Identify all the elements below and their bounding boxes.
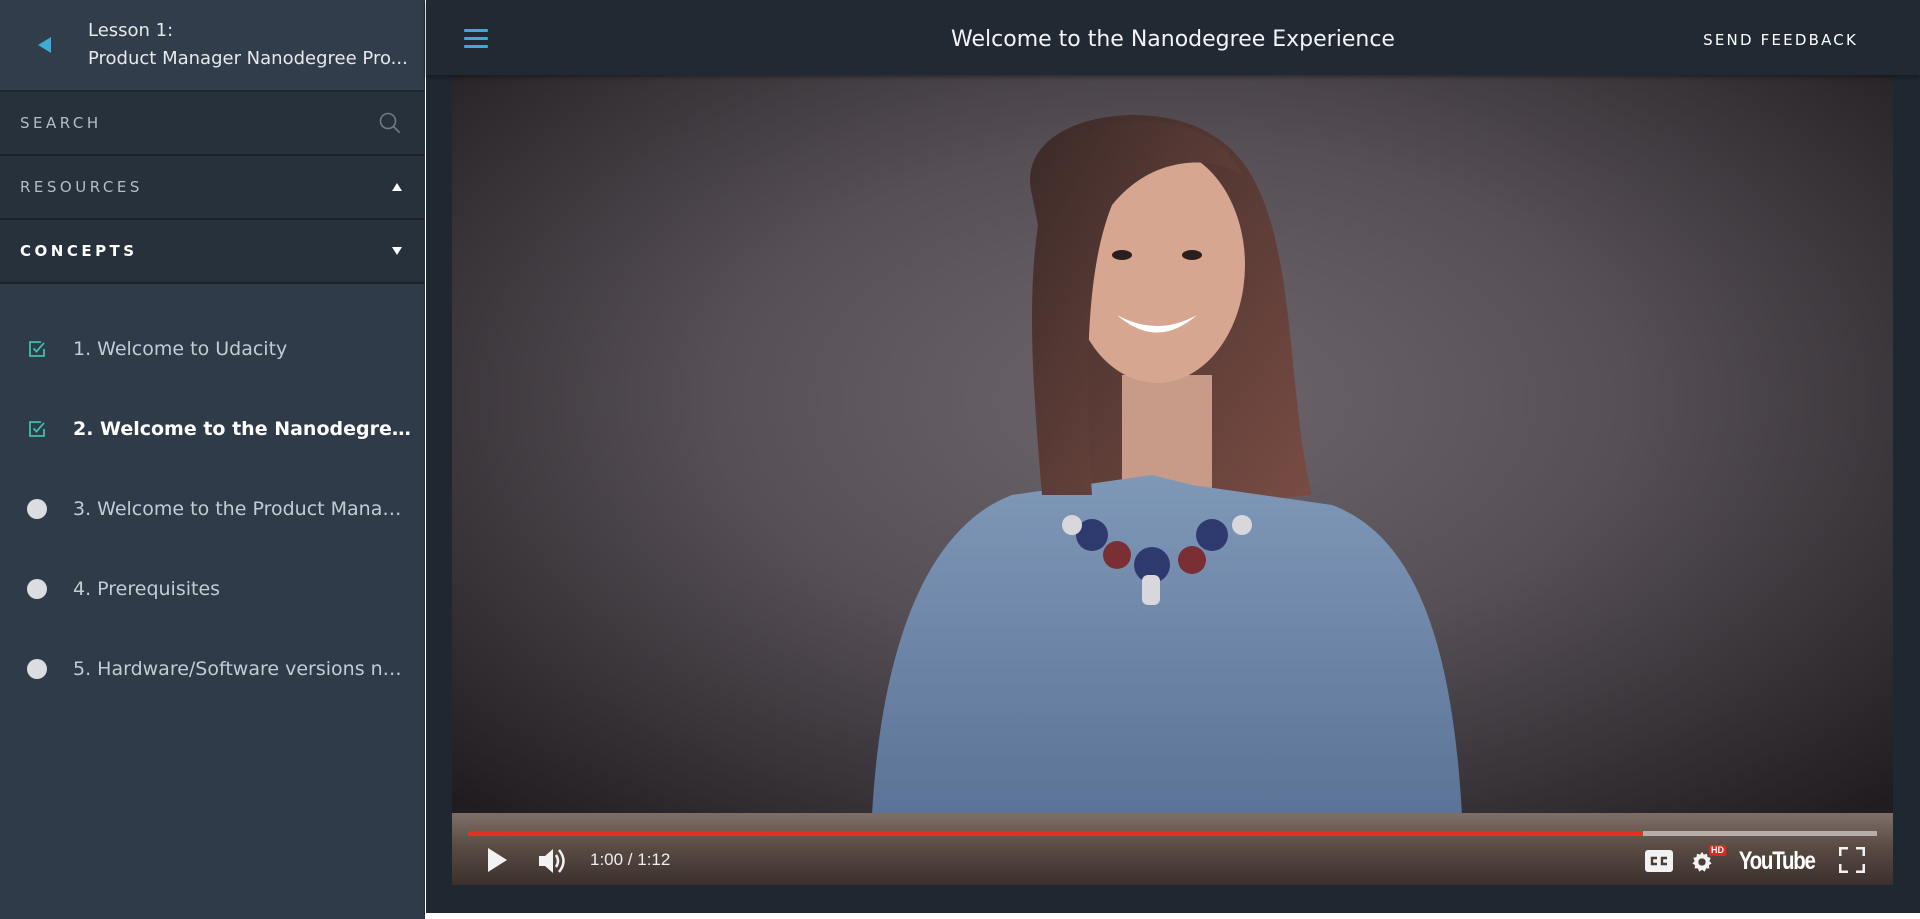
caret-up-icon xyxy=(392,183,402,191)
concept-label: 3. Welcome to the Product Manager ... xyxy=(73,498,413,520)
time-display: 1:00 / 1:12 xyxy=(590,850,671,869)
video-controls: 1:00 / 1:12 HD YouTube xyxy=(452,813,1893,885)
page-title: Welcome to the Nanodegree Experience xyxy=(951,27,1395,52)
volume-icon[interactable] xyxy=(538,847,568,875)
concept-label: 2. Welcome to the Nanodegree Exp... xyxy=(73,418,413,440)
resources-label: RESOURCES xyxy=(20,178,143,196)
search-icon[interactable] xyxy=(378,111,402,135)
concept-item[interactable]: 4. Prerequisites xyxy=(0,549,424,629)
progress-bar[interactable] xyxy=(468,831,1877,836)
concept-label: 1. Welcome to Udacity xyxy=(73,338,288,360)
circle-icon xyxy=(26,579,47,599)
hd-badge: HD xyxy=(1709,845,1726,856)
lesson-titles: Lesson 1: Product Manager Nanodegree Pro… xyxy=(88,17,408,73)
progress-fill xyxy=(468,831,1644,836)
concept-list: 1. Welcome to Udacity 2. Welcome to the … xyxy=(0,284,424,709)
fullscreen-icon[interactable] xyxy=(1839,847,1865,873)
video-player[interactable]: 1:00 / 1:12 HD YouTube xyxy=(452,75,1893,885)
lesson-title: Product Manager Nanodegree Pro... xyxy=(88,48,408,69)
search-label: SEARCH xyxy=(20,114,102,132)
youtube-logo[interactable]: YouTube xyxy=(1739,847,1816,876)
main-content: Welcome to the Nanodegree Experience SEN… xyxy=(426,0,1920,913)
play-icon[interactable] xyxy=(486,847,508,873)
circle-icon xyxy=(26,499,47,519)
sidebar: Lesson 1: Product Manager Nanodegree Pro… xyxy=(0,0,425,919)
closed-captions-icon[interactable] xyxy=(1645,850,1673,872)
lesson-number: Lesson 1: xyxy=(88,20,174,41)
checkbox-checked-icon xyxy=(28,421,45,437)
video-frame xyxy=(452,75,1893,885)
settings-button[interactable]: HD xyxy=(1691,845,1726,875)
concept-label: 5. Hardware/Software versions need... xyxy=(73,658,413,680)
resources-toggle[interactable]: RESOURCES xyxy=(0,156,424,220)
concept-item[interactable]: 1. Welcome to Udacity xyxy=(0,309,424,389)
caret-down-icon xyxy=(392,247,402,255)
concept-label: 4. Prerequisites xyxy=(73,578,221,600)
checkbox-checked-icon xyxy=(28,341,45,357)
back-arrow-icon xyxy=(37,37,51,53)
top-bar: Welcome to the Nanodegree Experience SEN… xyxy=(426,0,1920,75)
concept-item[interactable]: 5. Hardware/Software versions need... xyxy=(0,629,424,709)
concepts-toggle[interactable]: CONCEPTS xyxy=(0,220,424,284)
lesson-header: Lesson 1: Product Manager Nanodegree Pro… xyxy=(0,0,424,92)
concept-item-active[interactable]: 2. Welcome to the Nanodegree Exp... xyxy=(0,389,424,469)
concept-item[interactable]: 3. Welcome to the Product Manager ... xyxy=(0,469,424,549)
search-field[interactable]: SEARCH xyxy=(0,92,424,156)
back-button[interactable] xyxy=(0,0,88,90)
circle-icon xyxy=(26,659,47,679)
concepts-label: CONCEPTS xyxy=(20,242,138,260)
send-feedback-button[interactable]: SEND FEEDBACK xyxy=(1703,31,1858,49)
